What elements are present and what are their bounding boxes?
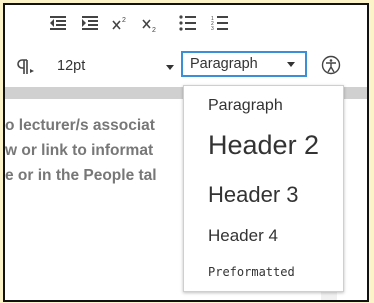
accessibility-icon[interactable] xyxy=(319,53,343,77)
editor-text-line: e or in the People tal xyxy=(5,167,157,184)
font-size-value: 12pt xyxy=(57,58,86,74)
svg-text:2: 2 xyxy=(152,27,156,33)
numbered-list-icon[interactable]: 1 2 3 xyxy=(209,13,231,33)
bullet-list-icon[interactable] xyxy=(177,13,199,33)
svg-text:2: 2 xyxy=(122,17,126,24)
editor-text-line: o lecturer/s associat xyxy=(5,117,155,134)
menu-item-header-3[interactable]: Header 3 xyxy=(208,182,299,208)
menu-item-header-2[interactable]: Header 2 xyxy=(208,130,319,161)
outdent-icon[interactable] xyxy=(47,13,69,33)
font-size-dropdown-arrow-icon xyxy=(166,65,174,70)
subscript-icon[interactable]: 2 xyxy=(139,15,161,35)
menu-item-paragraph[interactable]: Paragraph xyxy=(208,97,283,115)
menu-item-preformatted[interactable]: Preformatted xyxy=(208,265,295,279)
superscript-icon[interactable]: 2 xyxy=(109,13,131,33)
block-format-dropdown-arrow-icon xyxy=(287,62,295,67)
block-format-select[interactable]: Paragraph xyxy=(181,51,307,77)
editor-text-line: w or link to informat xyxy=(5,142,154,159)
formatting-toolbar-row-1: 2 2 1 2 3 xyxy=(5,5,367,45)
editor-window: 2 2 1 2 3 12pt Paragraph o lecturer/s as… xyxy=(3,3,369,302)
menu-item-header-4[interactable]: Header 4 xyxy=(208,226,278,246)
font-size-select[interactable]: 12pt xyxy=(57,57,175,77)
block-format-value: Paragraph xyxy=(190,56,258,72)
svg-text:3: 3 xyxy=(211,26,214,31)
indent-icon[interactable] xyxy=(79,13,101,33)
block-format-menu: Paragraph Header 2 Header 3 Header 4 Pre… xyxy=(183,85,344,292)
paragraph-mark-icon[interactable] xyxy=(15,57,37,77)
